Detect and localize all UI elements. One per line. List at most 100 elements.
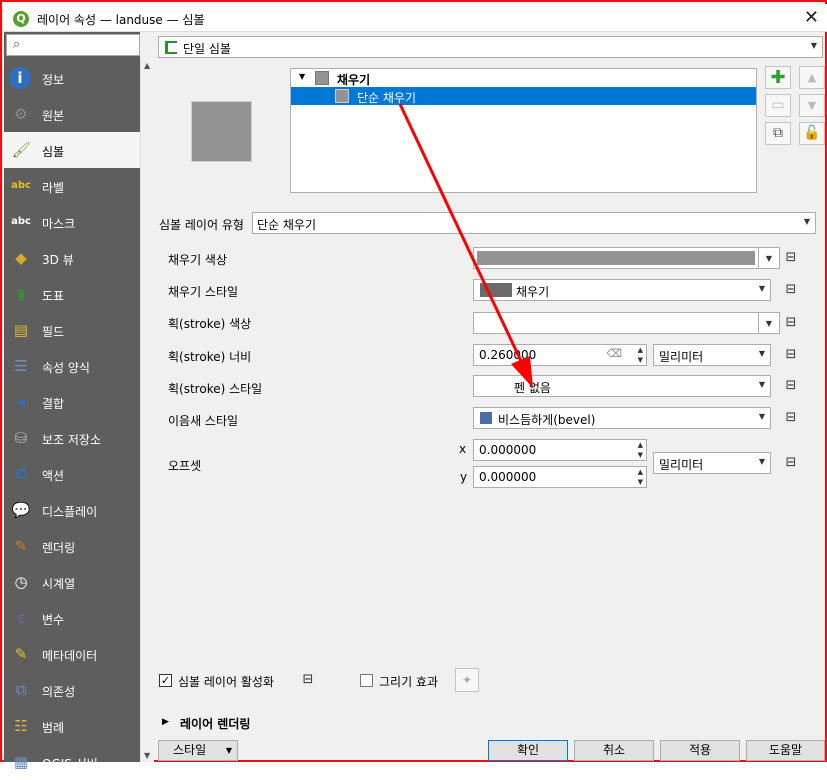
sidebar-item-label: 렌더링 <box>42 541 76 555</box>
stroke-style-select[interactable]: 펜 없음 ▼ <box>473 375 771 397</box>
cancel-button-label: 취소 <box>602 743 626 757</box>
expand-icon[interactable]: ▼ <box>299 72 305 81</box>
sidebar-item[interactable]: ✎ 메타데이터 <box>4 636 140 672</box>
add-layer-button[interactable]: ✚ <box>765 66 791 89</box>
sidebar-item[interactable]: ⚙ 원본 <box>4 96 140 132</box>
sidebar-item-label: 속성 양식 <box>42 361 90 375</box>
style-button[interactable]: 스타일 ▼ <box>158 740 238 761</box>
legend-icon: ☷ <box>14 717 28 735</box>
data-defined-override-icon[interactable]: ⊟ <box>780 407 802 429</box>
stroke-width-label: 획(stroke) 너비 <box>168 350 252 364</box>
offset-y-spinbox[interactable]: 0.000000 ▲ ▼ <box>473 466 647 488</box>
stroke-width-unit-select[interactable]: 밀리미터 ▼ <box>653 344 771 366</box>
fill-style-select[interactable]: 채우기 ▼ <box>473 279 771 301</box>
sidebar-item[interactable]: ε 변수 <box>4 600 140 636</box>
data-defined-override-icon[interactable]: ⊟ <box>780 247 802 269</box>
enable-layer-label: 심볼 레이어 활성화 <box>178 675 274 689</box>
variables-icon: ε <box>16 609 26 627</box>
rendering-icon: ✎ <box>14 537 28 555</box>
3d-view-icon: ◆ <box>15 249 27 267</box>
data-defined-override-icon[interactable]: ⊟ <box>780 312 802 334</box>
tree-item-simple-fill[interactable]: 단순 채우기 <box>291 87 756 105</box>
sidebar-item[interactable]: ▤ 필드 <box>4 312 140 348</box>
sidebar-item[interactable]: abc 라벨 <box>4 168 140 204</box>
help-button[interactable]: 도움말 <box>746 740 825 761</box>
spin-arrows-icon[interactable]: ▲ ▼ <box>638 467 643 487</box>
ok-button[interactable]: 확인 <box>488 740 568 761</box>
duplicate-layer-button[interactable]: ⧉ <box>765 122 791 145</box>
sidebar-item[interactable]: ◂ 결합 <box>4 384 140 420</box>
sidebar-item-label: 보조 저장소 <box>42 433 102 447</box>
offset-x-spinbox[interactable]: 0.000000 ▲ ▼ <box>473 439 647 461</box>
sidebar-item[interactable]: ◆ 3D 뷰 <box>4 240 140 276</box>
expand-icon[interactable]: ▶ <box>162 717 169 727</box>
sidebar-item-label: 원본 <box>42 109 65 123</box>
dependencies-icon: ⧉ <box>15 681 27 699</box>
sidebar-item[interactable]: ▮ 도표 <box>4 276 140 312</box>
sidebar-item[interactable]: ☷ 범례 <box>4 708 140 744</box>
sidebar-item[interactable]: ⛁ 보조 저장소 <box>4 420 140 456</box>
plus-icon: ✚ <box>770 67 786 88</box>
scroll-down-icon[interactable]: ▼ <box>144 751 150 760</box>
move-up-button[interactable]: ▲ <box>799 66 825 89</box>
tree-item-label: 단순 채우기 <box>357 91 417 105</box>
fill-swatch <box>315 71 329 85</box>
remove-layer-button[interactable]: ▭ <box>765 94 791 117</box>
star-icon: ✦ <box>461 673 473 687</box>
apply-button[interactable]: 적용 <box>660 740 740 761</box>
draw-effects-label: 그리기 효과 <box>379 675 439 689</box>
sidebar-item[interactable]: 💬 디스플레이 <box>4 492 140 528</box>
cancel-button[interactable]: 취소 <box>574 740 654 761</box>
enable-layer-checkbox[interactable]: ✓ <box>159 674 172 687</box>
stroke-color-button[interactable] <box>473 312 759 334</box>
duplicate-icon: ⧉ <box>773 125 783 141</box>
data-defined-override-icon[interactable]: ⊟ <box>297 669 319 691</box>
effects-settings-button[interactable]: ✦ <box>455 668 479 692</box>
draw-effects-checkbox[interactable] <box>360 674 373 687</box>
attributes-form-icon: ☰ <box>14 357 28 375</box>
chevron-down-icon: ▼ <box>803 217 810 226</box>
chevron-down-icon: ▼ <box>758 380 765 389</box>
chevron-down-icon: ▼ <box>810 41 817 50</box>
offset-unit-select[interactable]: 밀리미터 ▼ <box>653 452 771 474</box>
renderer-label: 단일 심볼 <box>183 42 231 56</box>
sidebar-item[interactable]: ⧉ 의존성 <box>4 672 140 708</box>
stroke-color-menu[interactable]: ▼ <box>758 312 780 334</box>
chevron-down-icon: ▼ <box>758 349 765 358</box>
close-icon[interactable]: ✕ <box>804 7 819 28</box>
lock-layer-button[interactable]: 🔓 <box>799 122 825 145</box>
sidebar-item[interactable]: ⚙ 액션 <box>4 456 140 492</box>
fill-style-label: 채우기 스타일 <box>168 285 239 299</box>
stroke-color-label: 획(stroke) 색상 <box>168 317 252 331</box>
join-style-select[interactable]: 비스듬하게(bevel) ▼ <box>473 407 771 429</box>
renderer-select[interactable]: 단일 심볼 ▼ <box>158 36 823 58</box>
data-defined-override-icon[interactable]: ⊟ <box>780 279 802 301</box>
scroll-up-icon[interactable]: ▲ <box>144 61 150 70</box>
data-defined-override-icon[interactable]: ⊟ <box>780 344 802 366</box>
fill-color-button[interactable] <box>473 247 759 269</box>
sidebar-item[interactable]: ▦ QGIS 서버 <box>4 744 140 780</box>
move-down-button[interactable]: ▼ <box>799 94 825 117</box>
clear-icon[interactable]: ⌫ <box>606 347 622 360</box>
symbol-layer-tree[interactable]: ▼ 채우기 단순 채우기 <box>290 68 757 193</box>
spin-arrows-icon[interactable]: ▲ ▼ <box>638 345 643 365</box>
stroke-width-spinbox[interactable]: 0.260000 ⌫ ▲ ▼ <box>473 344 647 366</box>
data-defined-override-icon[interactable]: ⊟ <box>780 452 802 474</box>
symbol-layer-type-select[interactable]: 단순 채우기 ▼ <box>252 212 816 234</box>
sidebar-item[interactable]: 🖌 심볼 <box>4 132 140 168</box>
spin-arrows-icon[interactable]: ▲ ▼ <box>638 440 643 460</box>
sidebar-item[interactable]: ☰ 속성 양식 <box>4 348 140 384</box>
sidebar-search-input[interactable]: ⌕ <box>6 34 140 56</box>
sidebar-item[interactable]: i 정보 <box>4 60 140 96</box>
actions-icon: ⚙ <box>14 465 28 483</box>
layer-rendering-label[interactable]: 레이어 렌더링 <box>180 715 250 732</box>
data-defined-override-icon[interactable]: ⊟ <box>780 375 802 397</box>
tree-item-fill[interactable]: ▼ 채우기 <box>291 69 756 87</box>
sidebar-item[interactable]: ✎ 렌더링 <box>4 528 140 564</box>
sidebar-scrollbar[interactable]: ▲ ▼ <box>140 59 154 762</box>
fill-color-menu[interactable]: ▼ <box>758 247 780 269</box>
fill-color-swatch <box>477 251 755 265</box>
sidebar-item[interactable]: ◷ 시계열 <box>4 564 140 600</box>
sidebar-item[interactable]: abc 마스크 <box>4 204 140 240</box>
sidebar-item-label: 의존성 <box>42 685 76 699</box>
